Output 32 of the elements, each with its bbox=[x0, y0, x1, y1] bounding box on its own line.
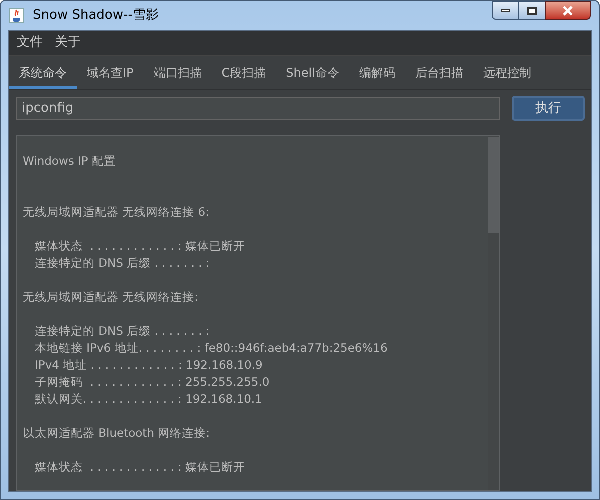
tab[interactable]: 域名查IP bbox=[77, 56, 144, 89]
window-title: Snow Shadow--雪影 bbox=[33, 6, 159, 25]
output-line: 默认网关. . . . . . . . . . . . . : 192.168.10.1 bbox=[34, 391, 264, 408]
output-line: 本地链接 IPv6 地址. . . . . . . . : fe80::946f:aeb4:a77b:25e6%16 bbox=[34, 340, 389, 357]
output-line: 媒体状态 . . . . . . . . . . . . : 媒体已断开 bbox=[34, 459, 247, 476]
tab[interactable]: 远程控制 bbox=[473, 56, 542, 89]
tab[interactable]: 端口扫描 bbox=[144, 56, 212, 89]
tab[interactable]: 编解码 bbox=[349, 56, 406, 89]
output-line: 无线局域网适配器 无线网络连接: bbox=[23, 289, 200, 306]
close-button[interactable] bbox=[545, 1, 591, 20]
output-line: 无线局域网适配器 无线网络连接 6: bbox=[23, 204, 211, 221]
output-line: 连接特定的 DNS 后缀 . . . . . . . : bbox=[34, 323, 211, 340]
output-line: 媒体状态 . . . . . . . . . . . . : 媒体已断开 bbox=[34, 238, 247, 255]
output-line: 子网掩码 . . . . . . . . . . . . : 255.255.255.0 bbox=[34, 374, 271, 391]
tab[interactable]: C段扫描 bbox=[212, 56, 276, 89]
maximize-icon bbox=[527, 6, 537, 14]
close-icon bbox=[562, 6, 574, 16]
menu-item[interactable]: 关于 bbox=[51, 33, 85, 53]
maximize-button[interactable] bbox=[519, 1, 545, 20]
output-line: IPv4 地址 . . . . . . . . . . . . : 192.168.10.9 bbox=[34, 357, 264, 374]
tab[interactable]: 后台扫描 bbox=[405, 56, 474, 89]
minimize-icon bbox=[501, 9, 510, 12]
output-line: Windows IP 配置 bbox=[23, 153, 117, 170]
output-line: 以太网适配器 Bluetooth 网络连接: bbox=[23, 425, 212, 442]
output-line: 连接特定的 DNS 后缀 . . . . . . . : bbox=[34, 255, 211, 272]
command-field[interactable]: ipconfig bbox=[16, 97, 500, 120]
tab[interactable]: Shell命令 bbox=[276, 56, 350, 89]
tab[interactable]: 系统命令 bbox=[9, 56, 77, 89]
minimize-button[interactable] bbox=[492, 1, 519, 20]
cup-icon bbox=[9, 8, 25, 24]
run-button[interactable]: 执行 bbox=[512, 96, 585, 121]
menu-item[interactable]: 文件 bbox=[13, 33, 47, 53]
